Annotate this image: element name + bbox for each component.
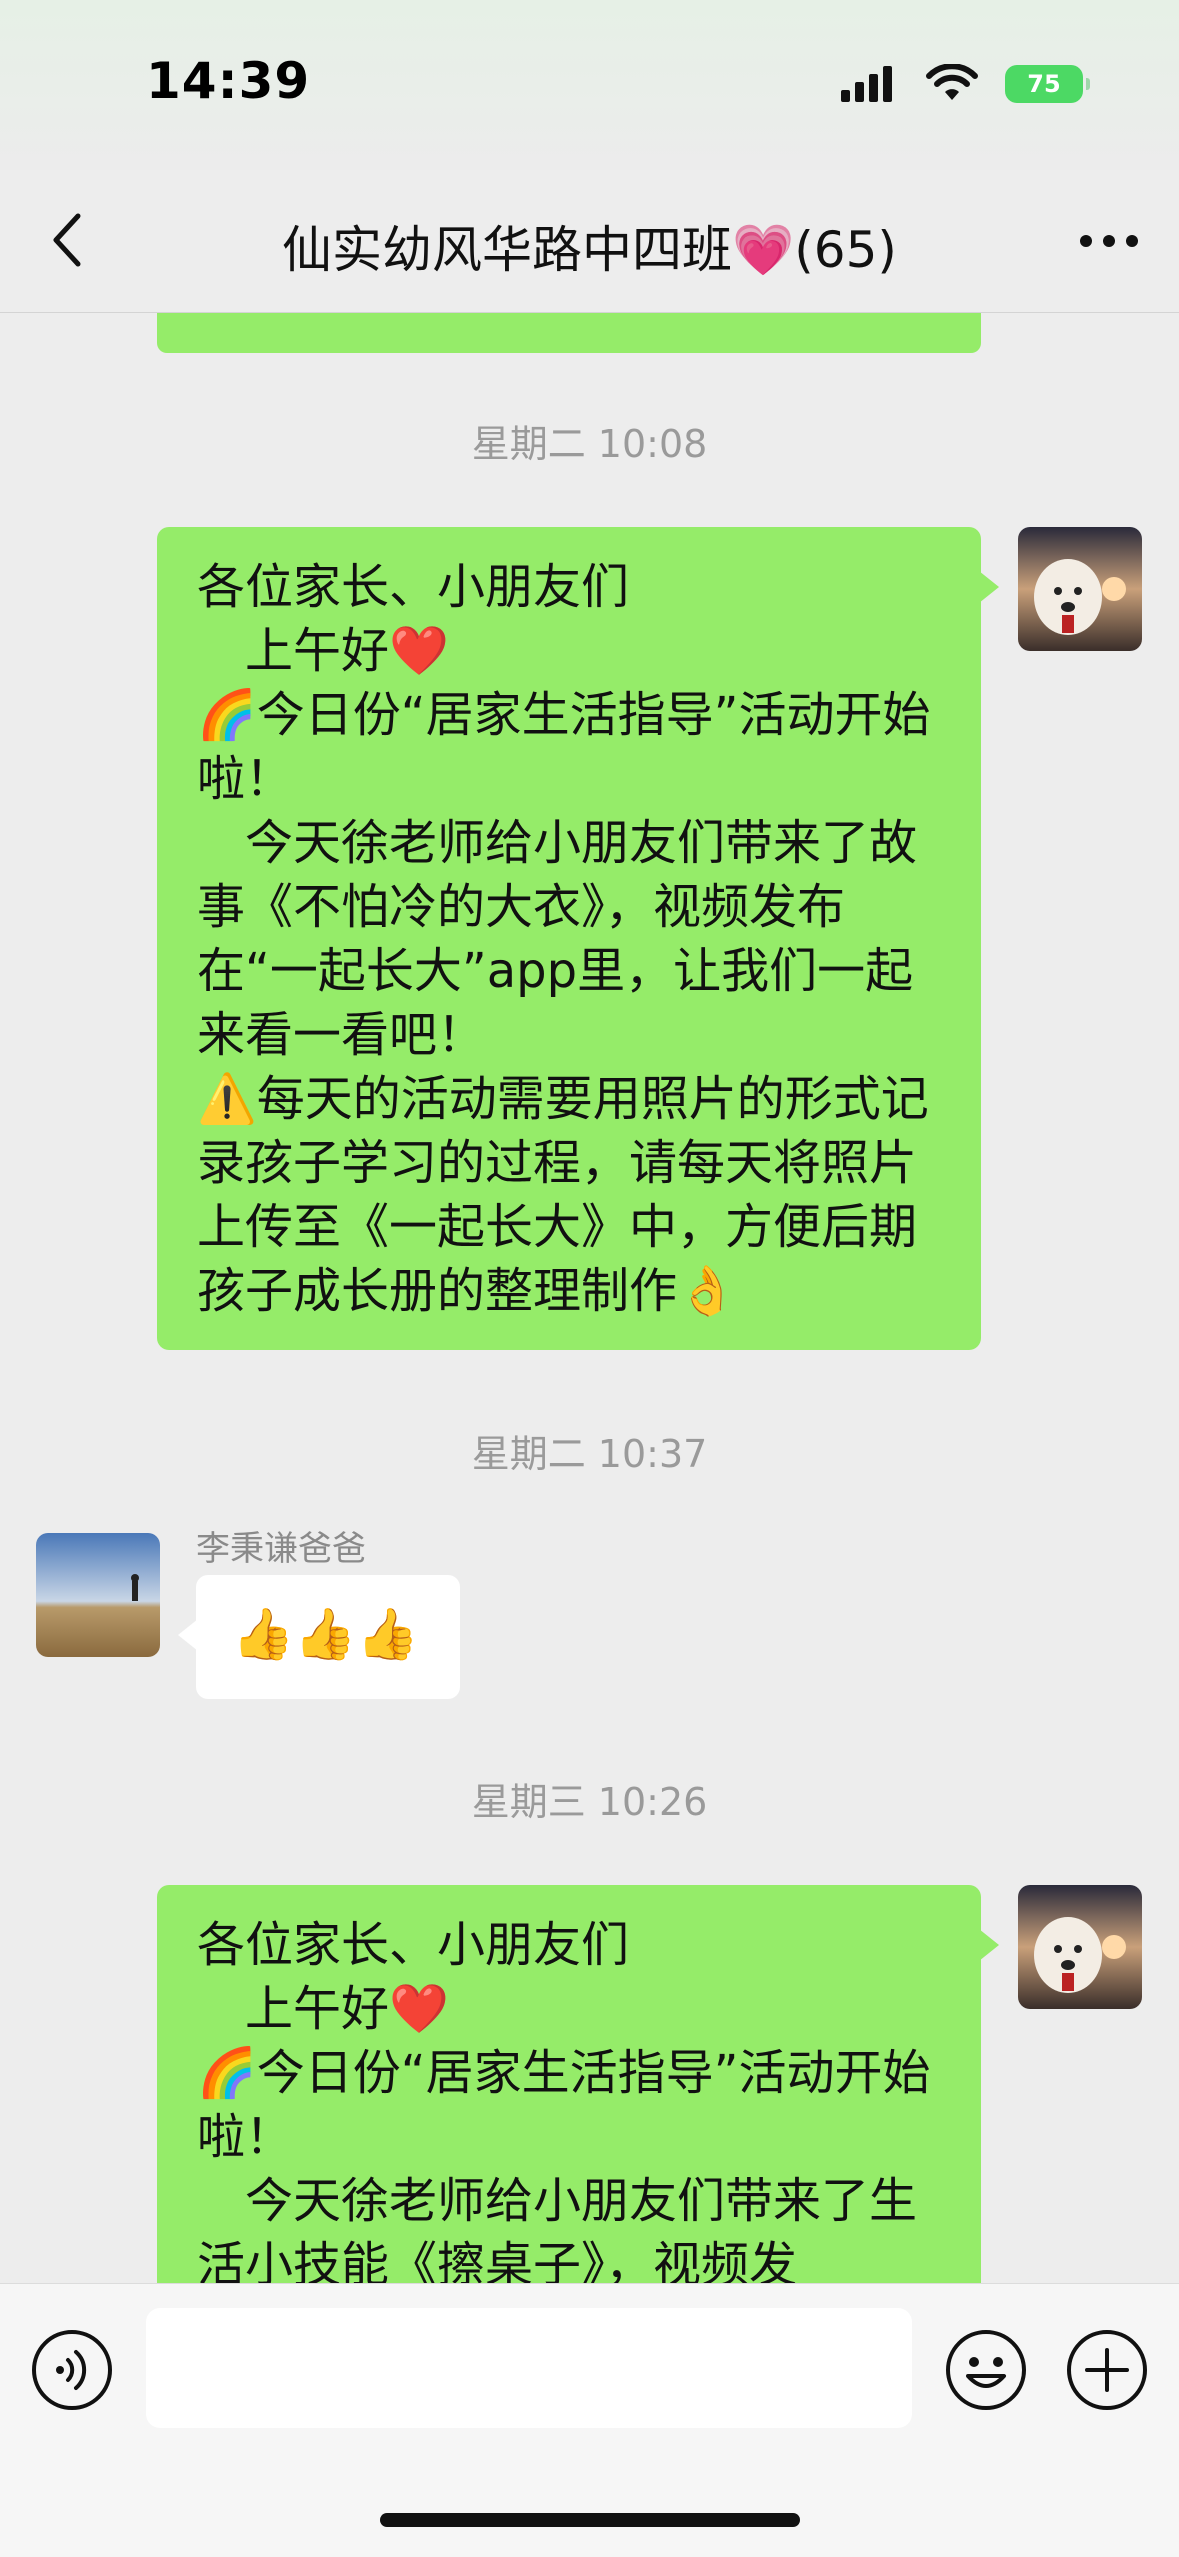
wifi-icon [926,64,978,100]
avatar-image [1018,527,1142,651]
voice-icon [32,2330,112,2410]
sender-name: 李秉谦爸爸 [196,1529,366,1569]
message-timestamp: 星期三 10:26 [471,1780,708,1824]
message-timestamp: 星期二 10:37 [471,1432,708,1476]
emoji-button[interactable] [944,2328,1028,2412]
avatar-image [36,1533,160,1657]
chat-area[interactable]: 星期二 10:08 各位家长、小朋友们 上午好❤️ 🌈今日份“居家生活指导”活动… [0,313,1179,2283]
more-button[interactable] [1069,214,1149,268]
avatar-image [1018,1885,1142,2009]
message-bubble-incoming[interactable]: 👍👍👍 [178,1575,460,1699]
message-bubble-partial[interactable] [157,313,981,353]
avatar-self[interactable] [1018,527,1142,651]
message-bubble-outgoing[interactable]: 各位家长、小朋友们 上午好❤️ 🌈今日份“居家生活指导”活动开始啦！ 今天徐老师… [157,1885,999,2283]
avatar-self[interactable] [1018,1885,1142,2009]
more-functions-button[interactable] [1065,2328,1149,2412]
message-timestamp: 星期二 10:08 [471,422,708,466]
more-icon [1080,235,1138,247]
signal-icon [841,66,892,102]
home-indicator[interactable] [380,2513,800,2527]
chat-title: 仙实幼风华路中四班💗(65) [282,221,897,279]
message-input[interactable] [146,2308,912,2428]
avatar-sender[interactable] [36,1533,160,1657]
battery-level: 75 [1027,70,1061,98]
back-button[interactable] [36,208,96,272]
battery-indicator: 75 [1005,65,1090,103]
emoji-icon [946,2330,1026,2410]
message-bubble-outgoing[interactable]: 各位家长、小朋友们 上午好❤️ 🌈今日份“居家生活指导”活动开始啦！ 今天徐老师… [157,527,999,1350]
nav-bar: 仙实幼风华路中四班💗(65) [0,170,1179,313]
back-icon [53,213,81,267]
status-bar: 14:39 75 [0,0,1179,170]
status-time: 14:39 [146,52,311,110]
input-bar [0,2283,1179,2557]
status-icons: 75 [839,64,1090,104]
voice-button[interactable] [30,2328,114,2412]
plus-icon [1067,2330,1147,2410]
